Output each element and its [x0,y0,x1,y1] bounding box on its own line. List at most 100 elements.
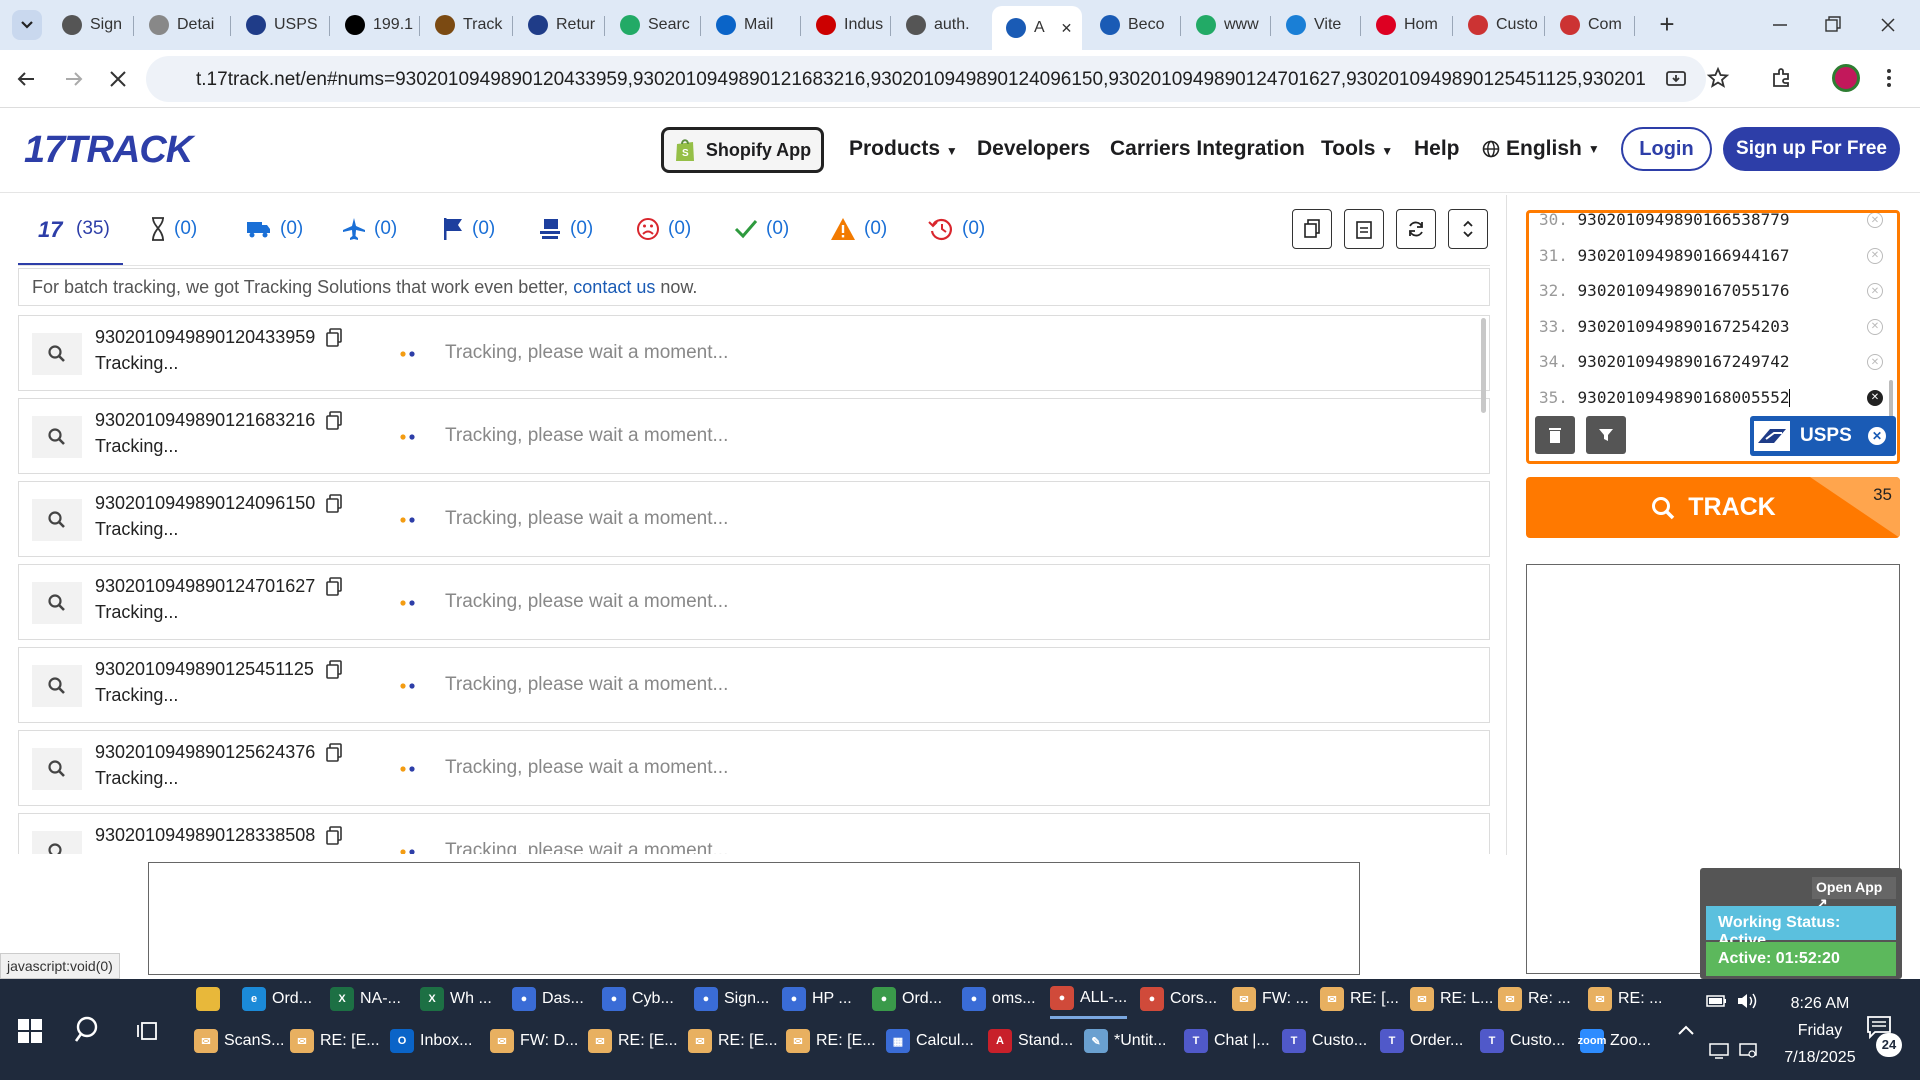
language-selector[interactable]: English ▼ [1482,137,1600,161]
taskbar-button[interactable]: ✉ RE: ... [1588,979,1662,1019]
taskbar-button[interactable]: A Stand... [988,1021,1073,1061]
taskbar-button[interactable]: ● Das... [512,979,584,1019]
status-filter[interactable]: 17 (35) [38,216,110,242]
refresh-button[interactable] [1396,209,1436,249]
taskbar-button[interactable]: ✉ ScanS... [194,1021,284,1061]
browser-menu-icon[interactable] [1884,66,1894,90]
details-button[interactable] [32,582,82,624]
details-button[interactable] [32,333,82,375]
windows-start-icon[interactable] [18,1019,42,1043]
tracking-number[interactable]: 9302010949890128338508 [95,825,315,846]
tracking-result-row[interactable]: 9302010949890125624376 Tracking... Trackin… [18,730,1490,806]
taskbar-button[interactable]: zoom Zoo... [1578,1021,1651,1061]
close-tab-icon[interactable]: ✕ [1061,20,1073,37]
browser-tab[interactable]: Sign [48,6,131,44]
expand-collapse-button[interactable] [1448,209,1488,249]
browser-tab[interactable]: Detai [135,6,228,44]
remove-line-icon[interactable]: ✕ [1867,318,1883,335]
tracking-number[interactable]: 9302010949890125451125 [95,659,314,680]
taskbar-button[interactable]: ● ALL-... [1050,979,1128,1019]
signup-button[interactable]: Sign up For Free [1723,127,1900,171]
status-filter[interactable]: (0) [636,216,691,242]
task-view-icon[interactable] [136,1019,160,1043]
shopify-app-button[interactable]: S Shopify App [661,127,824,173]
tracking-input-line[interactable]: 30. 9302010949890166538779 [1539,213,1789,229]
taskbar-button[interactable]: e Ord... [242,979,312,1019]
status-filter[interactable]: (0) [928,216,985,242]
network-icon[interactable] [1708,1042,1730,1060]
taskbar-button[interactable]: T Order... [1380,1021,1463,1061]
taskbar-button[interactable]: T Custo... [1480,1021,1565,1061]
details-button[interactable] [32,416,82,458]
tracking-number[interactable]: 9302010949890124701627 [95,576,315,597]
taskbar-button[interactable]: T Chat |... [1184,1021,1270,1061]
browser-tab[interactable]: Beco [1086,6,1178,44]
tracking-input-line[interactable]: 33. 9302010949890167254203 [1539,317,1789,336]
taskbar-button[interactable]: ✉ Re: ... [1498,979,1571,1019]
status-filter[interactable]: (0) [150,216,197,242]
tracking-input-line[interactable]: 32. 9302010949890167055176 [1539,281,1789,300]
taskbar-button[interactable]: ▦ Calcul... [886,1021,974,1061]
remove-carrier-icon[interactable]: ✕ [1868,427,1886,445]
browser-tab[interactable]: www [1182,6,1268,44]
taskbar-button[interactable]: O Inbox... [390,1021,472,1061]
browser-tab[interactable]: Searc [606,6,698,44]
tracking-number-input[interactable]: 30. 9302010949890166538779 ✕ 31. 930201094… [1526,210,1900,464]
browser-tab[interactable]: USPS [232,6,327,44]
back-arrow-icon[interactable] [14,67,38,91]
taskbar-button[interactable]: ✎ *Untit... [1084,1021,1166,1061]
site-logo[interactable]: 17TRACK [24,129,193,172]
remove-line-icon[interactable]: ✕ [1867,283,1883,299]
browser-tab[interactable]: Mail [702,6,798,44]
results-scrollbar[interactable] [1481,318,1486,413]
taskbar-button[interactable]: ● Sign... [694,979,769,1019]
taskbar-button[interactable]: X NA-... [330,979,401,1019]
remove-line-icon[interactable]: ✕ [1867,354,1883,370]
browser-tab[interactable]: Indus [802,6,888,44]
taskbar-button[interactable]: ✉ RE: [E... [786,1021,876,1061]
nav-products[interactable]: Products ▼ [849,137,958,161]
details-button[interactable] [32,665,82,707]
restore-button[interactable] [1823,10,1843,40]
tracking-result-row[interactable]: 9302010949890128338508 Tracking, please w… [18,813,1490,854]
tracking-result-row[interactable]: 9302010949890124096150 Tracking... Trackin… [18,481,1490,557]
taskbar-button[interactable]: ✉ RE: [E... [688,1021,778,1061]
status-filter[interactable]: (0) [830,216,887,242]
details-button[interactable] [32,499,82,541]
minimize-button[interactable] [1770,10,1790,40]
taskbar-button[interactable]: ✉ RE: [E... [588,1021,678,1061]
browser-tab[interactable]: Com [1546,6,1632,44]
remove-line-icon[interactable]: ✕ [1867,247,1883,264]
forward-arrow-icon[interactable] [62,67,86,91]
bookmark-star-icon[interactable] [1706,66,1730,90]
status-filter[interactable]: (0) [342,216,397,242]
taskbar-button[interactable]: ● oms... [962,979,1036,1019]
tracking-input-line[interactable]: 35. 9302010949890168005552 [1539,388,1791,407]
details-button[interactable] [32,748,82,790]
copy-icon[interactable] [325,577,343,597]
tracking-number[interactable]: 9302010949890124096150 [95,493,315,514]
browser-tab[interactable]: Retur [514,6,602,44]
copy-icon[interactable] [325,328,343,348]
copy-icon[interactable] [325,494,343,514]
tracking-result-row[interactable]: 9302010949890124701627 Tracking... Trackin… [18,564,1490,640]
taskbar-button[interactable]: ● Cors... [1140,979,1217,1019]
clear-all-button[interactable] [1535,416,1575,454]
copy-all-button[interactable] [1292,209,1332,249]
browser-tab[interactable]: Vite [1272,6,1358,44]
nav-help[interactable]: Help [1414,137,1460,161]
taskbar-button[interactable]: ● Ord... [872,979,942,1019]
display-icon[interactable] [1738,1042,1758,1060]
tracking-input-line[interactable]: 31. 9302010949890166944167 [1539,246,1789,265]
install-app-icon[interactable] [1664,67,1688,91]
browser-tab[interactable]: Custo [1454,6,1542,44]
taskbar-button[interactable]: ✉ FW: D... [490,1021,578,1061]
taskbar-button[interactable]: ✉ FW: ... [1232,979,1309,1019]
tab-search-dropdown[interactable] [12,10,42,40]
details-button[interactable] [32,831,82,854]
status-filter[interactable]: (0) [734,216,789,242]
copy-icon[interactable] [325,660,343,680]
tracking-input-line[interactable]: 34. 9302010949890167249742 [1539,352,1789,371]
browser-tab[interactable]: auth. [892,6,988,44]
browser-tab[interactable]: 199.1 [331,6,417,44]
